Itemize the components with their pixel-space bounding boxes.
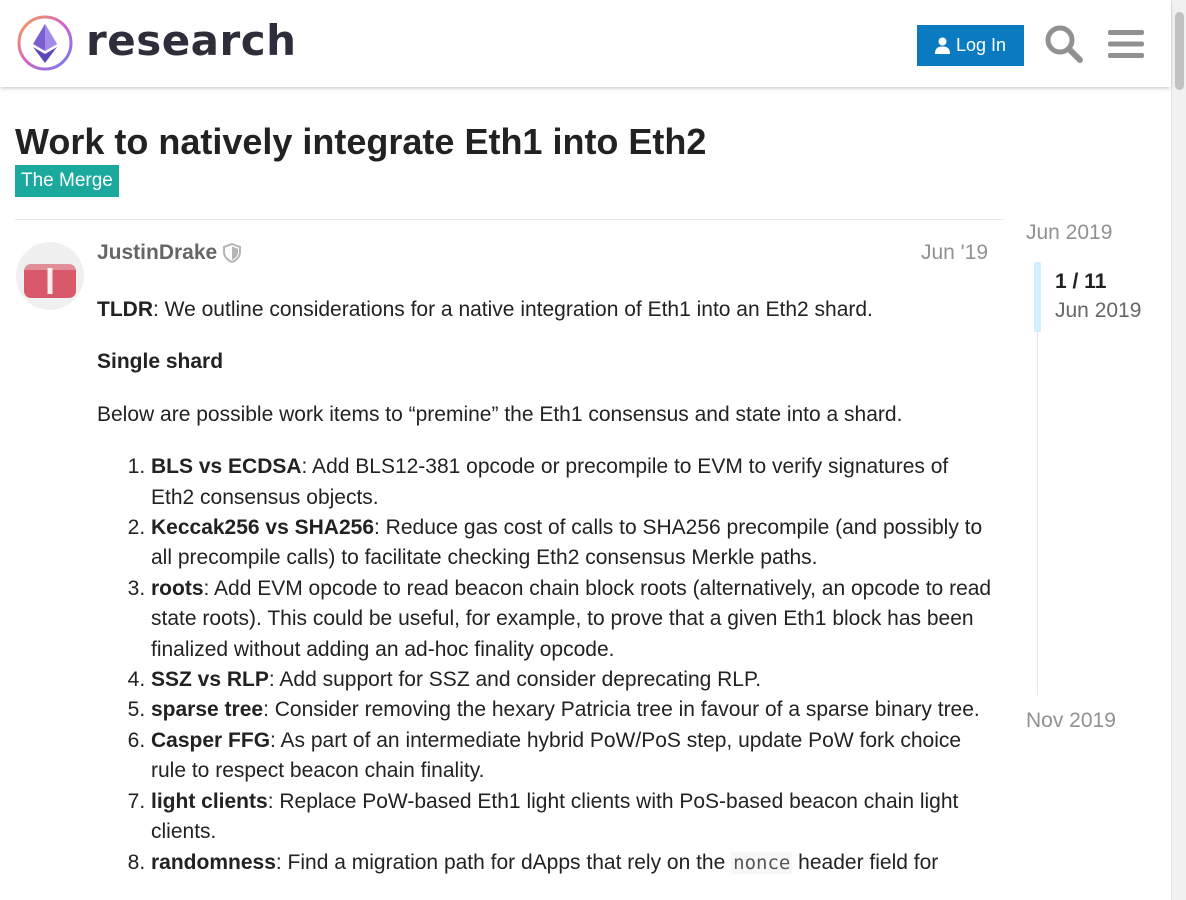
hamburger-menu-button[interactable] [1104, 22, 1148, 66]
timeline-post-counter[interactable]: 1 / 11 [1055, 270, 1106, 294]
timeline-end-date[interactable]: Nov 2019 [1026, 708, 1116, 734]
list-item: randomness: Find a migration path for dA… [151, 848, 997, 878]
list-item: light clients: Replace PoW-based Eth1 li… [151, 787, 997, 848]
list-item: Keccak256 vs SHA256: Reduce gas cost of … [151, 513, 997, 574]
hamburger-menu-icon [1108, 30, 1144, 58]
site-header: research Log In [0, 0, 1171, 87]
tldr-paragraph: TLDR: We outline considerations for a na… [97, 295, 997, 325]
list-item: sparse tree: Consider removing the hexar… [151, 695, 997, 725]
list-item: SSZ vs RLP: Add support for SSZ and cons… [151, 665, 997, 695]
list-item: Casper FFG: As part of an intermediate h… [151, 726, 997, 787]
section-heading: Single shard [97, 350, 224, 374]
username[interactable]: JustinDrake [97, 240, 217, 266]
log-in-label: Log In [955, 35, 1007, 55]
post-date[interactable]: Jun '19 [900, 240, 988, 266]
timeline-start-date[interactable]: Jun 2019 [1026, 220, 1112, 246]
tldr-label: TLDR [97, 298, 153, 321]
site-logo[interactable]: research [16, 14, 297, 72]
work-items-list: BLS vs ECDSA: Add BLS12-381 opcode or pr… [151, 452, 997, 878]
post-body: TLDR: We outline considerations for a na… [97, 295, 997, 878]
search-icon [1045, 25, 1083, 63]
list-item: BLS vs ECDSA: Add BLS12-381 opcode or pr… [151, 452, 997, 513]
list-item: roots: Add EVM opcode to read beacon cha… [151, 574, 997, 665]
title-divider [15, 219, 1004, 220]
shield-icon [223, 243, 242, 263]
intro-paragraph: Below are possible work items to “premin… [97, 402, 903, 426]
timeline-counter-date: Jun 2019 [1055, 299, 1142, 322]
scrollbar-thumb[interactable] [1175, 12, 1184, 90]
tldr-text: : We outline considerations for a native… [153, 298, 873, 321]
inline-code: nonce [731, 851, 793, 874]
ethereum-research-logo-icon [17, 15, 73, 71]
search-button[interactable] [1042, 22, 1086, 66]
user-avatar-icon [24, 264, 76, 298]
post-author[interactable]: JustinDrake [97, 240, 242, 266]
topic-title[interactable]: Work to natively integrate Eth1 into Eth… [15, 120, 706, 164]
category-badge[interactable]: The Merge [15, 165, 119, 197]
log-in-button[interactable]: Log In [917, 25, 1024, 66]
page-scrollbar[interactable] [1171, 0, 1186, 900]
site-name: research [86, 16, 297, 65]
user-icon [934, 37, 950, 54]
timeline-handle[interactable] [1034, 262, 1041, 332]
avatar[interactable] [16, 242, 84, 310]
